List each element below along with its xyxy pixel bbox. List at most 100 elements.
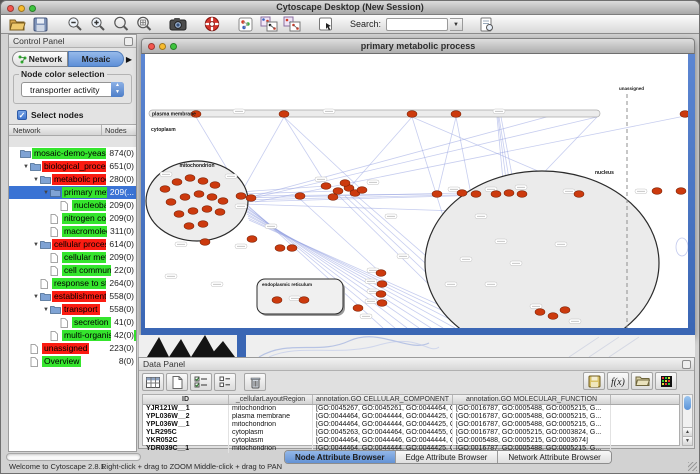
network-close-button[interactable] [148,43,155,50]
column-header[interactable]: ID [143,395,229,404]
disclosure-triangle[interactable]: ▼ [22,164,30,170]
zoom-fit-button[interactable] [133,16,154,33]
network-minimize-button[interactable] [159,43,166,50]
table-row-ykr052c[interactable]: YKR052Ccytoplasm[GO:0044464, GO:0044446,… [143,437,679,445]
tree-row-transport[interactable]: ▼transport558(0) [9,303,136,316]
gene-node[interactable] [287,245,297,252]
gene-node[interactable] [377,300,387,307]
tree-row-macromolecule[interactable]: macromolecule311(0) [9,225,136,238]
gene-node[interactable] [198,221,208,228]
minimize-button[interactable] [18,5,25,12]
network-view-window[interactable]: primary metabolic process plasma membran… [141,38,695,335]
data-panel-float-icon[interactable] [682,360,691,369]
search-dropdown-button[interactable]: ▼ [450,18,463,31]
gene-node[interactable] [299,297,309,304]
gene-node[interactable] [184,223,194,230]
gene-node[interactable] [457,190,467,197]
tree-row-nucleobase-[interactable]: nucleobase-209(0) [9,199,136,212]
tree-row-secretion[interactable]: secretion41(0) [9,316,136,329]
tree-row-multi-organism-pro[interactable]: multi-organism pro42(0) [9,329,136,342]
tree-row-response-to-stimul[interactable]: response to stimul264(0) [9,277,136,290]
gene-node[interactable] [652,188,662,195]
zoom-selected-button[interactable] [110,16,131,33]
matrix-view-button[interactable] [655,372,677,390]
gene-node[interactable] [218,198,228,205]
gene-node[interactable] [202,206,212,213]
network-zoom-button[interactable] [170,43,177,50]
snapshot-button[interactable] [167,16,188,33]
zoom-out-button[interactable] [64,16,85,33]
gene-node[interactable] [166,199,176,206]
import-attributes-button[interactable] [631,372,653,390]
tree-row-cellular-process[interactable]: ▼cellular process614(0) [9,238,136,251]
gene-node[interactable] [210,182,220,189]
gene-node[interactable] [517,191,527,198]
tree-row-establishment-of-lo[interactable]: ▼establishment of lo558(0) [9,290,136,303]
gene-node[interactable] [333,188,343,195]
tree-row-overview[interactable]: Overview8(0) [9,355,136,368]
table-row-ypl036w__1[interactable]: YPL036W__1mitochondrion[GO:0044464, GO:0… [143,421,679,429]
gene-node[interactable] [377,281,387,288]
network-window-titlebar[interactable]: primary metabolic process [141,38,695,54]
gene-node[interactable] [279,111,289,118]
gene-node[interactable] [236,193,246,200]
gene-node[interactable] [295,193,305,200]
disclosure-triangle[interactable]: ▼ [42,190,50,196]
scroll-up-icon[interactable]: ▲ [683,427,692,436]
disclosure-triangle[interactable]: ▼ [32,242,40,248]
gene-node[interactable] [200,239,210,246]
tree-row-unassigned[interactable]: unassigned223(0) [9,342,136,355]
gene-node[interactable] [194,191,204,198]
gene-node[interactable] [272,297,282,304]
disclosure-triangle[interactable]: ▼ [32,294,40,300]
gene-node[interactable] [353,305,363,312]
gene-node[interactable] [548,313,558,320]
table-scrollbar[interactable]: ▲ ▼ [682,394,693,446]
gene-node[interactable] [207,194,217,201]
dropdown-stepper-icon[interactable]: ▲▼ [111,82,124,97]
tab-network[interactable]: Network [12,51,68,67]
merge-networks-button[interactable] [258,16,279,33]
gene-node[interactable] [328,194,338,201]
tab-overflow-arrow[interactable]: ▶ [124,55,134,64]
gene-node[interactable] [247,236,257,243]
gene-node[interactable] [376,270,386,277]
scrollbar-thumb[interactable] [684,396,691,410]
gene-node[interactable] [160,186,170,193]
zoom-in-button[interactable] [87,16,108,33]
column-header[interactable]: annotation.GO MOLECULAR_FUNCTION [453,395,611,404]
tree-header-nodes[interactable]: Nodes [102,125,136,135]
tab-mosaic[interactable]: Mosaic [68,51,124,67]
search-input[interactable] [386,18,448,31]
select-nodes-checkbox[interactable]: ✓ [17,110,27,120]
gene-node[interactable] [275,245,285,252]
select-attributes-button[interactable] [142,373,164,391]
gene-node[interactable] [451,111,461,118]
gene-node[interactable] [340,180,350,187]
gene-node[interactable] [174,211,184,218]
gene-node[interactable] [185,175,195,182]
formula-builder-button[interactable]: f(x) [607,372,629,390]
column-header[interactable]: annotation.GO CELLULAR_COMPONENT [313,395,453,404]
gene-node[interactable] [198,178,208,185]
gene-node[interactable] [471,191,481,198]
zoom-button[interactable] [29,5,36,12]
gene-node[interactable] [180,194,190,201]
disclosure-triangle[interactable]: ▼ [42,307,50,313]
save-table-button[interactable] [583,372,605,390]
node-color-dropdown[interactable]: transporter activity ▲▼ [21,82,124,97]
scroll-down-icon[interactable]: ▼ [683,436,692,445]
tree-row-biological-process[interactable]: ▼biological_process651(0) [9,160,136,173]
gene-node[interactable] [407,111,417,118]
resize-grip[interactable] [688,462,697,471]
delete-attribute-button[interactable] [244,373,266,391]
compare-networks-button[interactable] [281,16,302,33]
network-canvas[interactable]: plasma membrane cytoplasm mitochondrion … [145,54,688,328]
gene-node[interactable] [676,188,686,195]
window-titlebar[interactable]: Cytoscape Desktop (New Session) [1,1,699,15]
gene-node[interactable] [246,195,256,202]
vizmapper-button[interactable] [235,16,256,33]
gene-node[interactable] [376,291,386,298]
gene-node[interactable] [491,191,501,198]
table-row-ylr295c[interactable]: YLR295Ccytoplasm[GO:0045263, GO:0044464,… [143,429,679,437]
